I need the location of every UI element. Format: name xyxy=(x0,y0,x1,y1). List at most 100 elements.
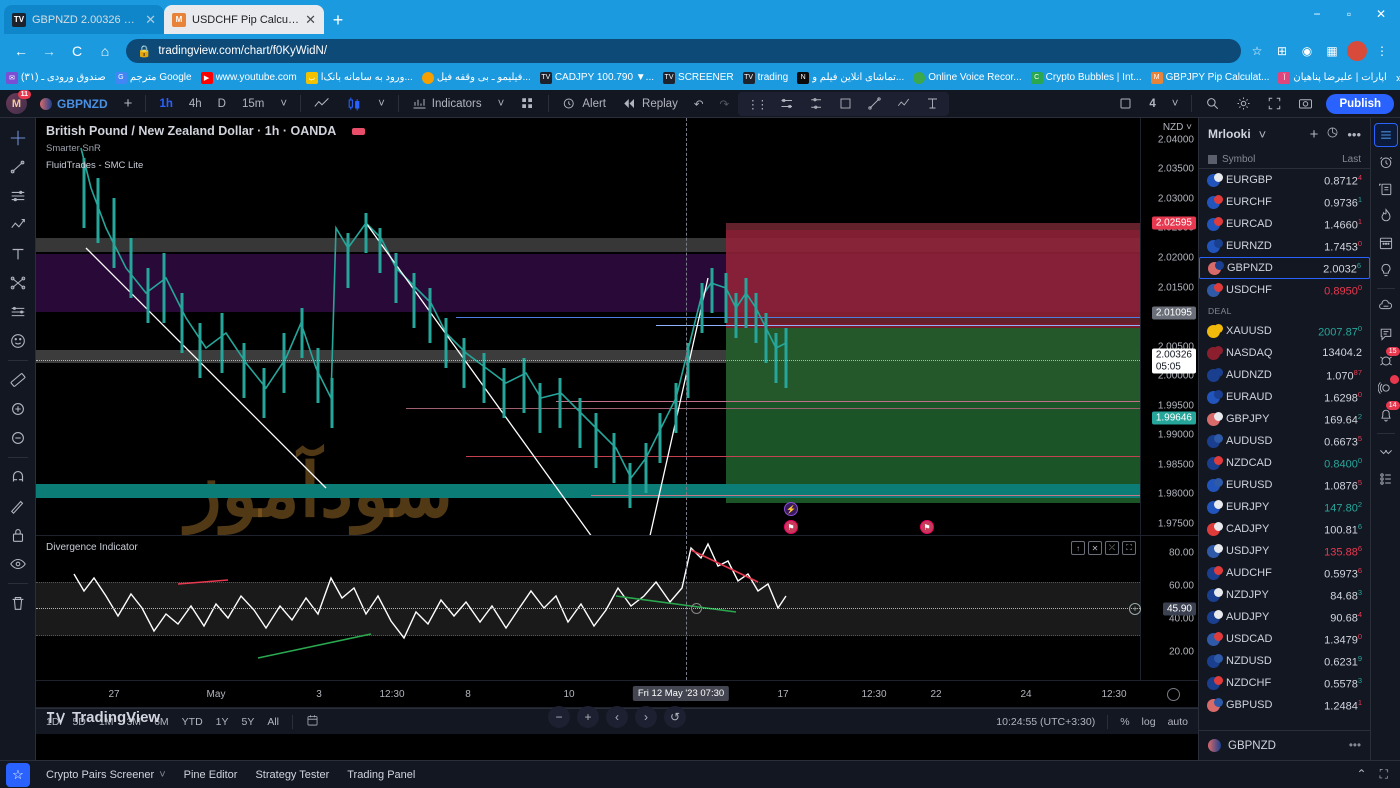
bookmark-item[interactable]: ب ورود به سامانه بانک‌ا... xyxy=(305,71,413,84)
fib-icon[interactable] xyxy=(4,298,32,326)
forward-icon[interactable]: → xyxy=(36,38,62,64)
menu-icon[interactable]: ⋮ xyxy=(1372,41,1392,61)
calendar-icon[interactable] xyxy=(1374,231,1398,255)
ideas-bulb-icon[interactable] xyxy=(1374,258,1398,282)
chart-region[interactable]: سودآموز ⚡ ⚑ ⚑ British Pound / New Zealan… xyxy=(36,118,1198,760)
bookmark-item[interactable]: TV trading xyxy=(742,71,788,84)
layouts-grid-icon[interactable] xyxy=(513,92,542,116)
timeframe-d[interactable]: D xyxy=(211,92,233,116)
add-symbol-button[interactable]: + xyxy=(117,92,140,116)
watchlist-row-audjpy[interactable]: AUDJPY 90.684 xyxy=(1199,606,1370,628)
percent-scale-button[interactable]: % xyxy=(1120,716,1129,728)
scroll-right-button[interactable]: › xyxy=(635,706,657,728)
watchlist-row-audnzd[interactable]: AUDNZD 1.07087 xyxy=(1199,364,1370,386)
zigzag-icon[interactable] xyxy=(4,211,32,239)
layout-square-icon[interactable] xyxy=(1111,92,1140,116)
watchlist-row-cadjpy[interactable]: CADJPY 100.816 xyxy=(1199,518,1370,540)
watchlist-row-usdcad[interactable]: USDCAD 1.34790 xyxy=(1199,628,1370,650)
bookmark-item[interactable]: N تماشای آنلاین فیلم و... xyxy=(797,71,904,84)
zoom-out-icon[interactable] xyxy=(4,424,32,452)
trend-line-icon[interactable] xyxy=(860,92,889,116)
indicators-caret-icon[interactable]: ˅ xyxy=(491,92,512,116)
chevrons-icon[interactable] xyxy=(1374,440,1398,464)
reload-icon[interactable]: C xyxy=(64,38,90,64)
new-tab-button[interactable]: + xyxy=(324,6,352,34)
close-window-button[interactable]: ✕ xyxy=(1366,2,1396,26)
indicator-smarter-snr[interactable]: Smarter SnR xyxy=(46,143,336,154)
watchlist-row-gbpnzd[interactable]: GBPNZD 2.00326 xyxy=(1199,257,1370,279)
chevron-down-icon[interactable]: ˅ xyxy=(159,769,165,781)
trend-line-icon[interactable] xyxy=(4,153,32,181)
collapse-panel-icon[interactable]: ⌃ xyxy=(1357,767,1367,782)
reset-chart-icon[interactable] xyxy=(1167,688,1180,701)
messages-icon[interactable] xyxy=(1374,322,1398,346)
measure-icon[interactable] xyxy=(918,92,947,116)
undo-button[interactable]: ↶ xyxy=(687,92,711,116)
event-marker-lightning[interactable]: ⚡ xyxy=(784,502,798,516)
move-pane-up-icon[interactable]: ↑ xyxy=(1071,541,1085,555)
add-symbol-icon[interactable]: + xyxy=(1310,126,1319,143)
extension-2-icon[interactable]: ◉ xyxy=(1297,41,1317,61)
extension-icon[interactable]: ⊞ xyxy=(1272,41,1292,61)
object-tree-icon[interactable] xyxy=(1374,467,1398,491)
bookmark-item[interactable]: M GBPJPY Pip Calculat... xyxy=(1150,71,1269,84)
indicators-button[interactable]: Indicators xyxy=(405,92,489,116)
remove-pane-icon[interactable]: ✕ xyxy=(1088,541,1102,555)
column-last[interactable]: Last xyxy=(1342,154,1361,165)
axis-currency-label[interactable]: NZD ˅ xyxy=(1163,122,1192,133)
chart-type-caret-icon[interactable]: ˅ xyxy=(371,92,392,116)
watchlist-row-eurcad[interactable]: EURCAD 1.46601 xyxy=(1199,213,1370,235)
pie-chart-icon[interactable] xyxy=(1326,126,1339,142)
bookmark-item[interactable]: ✉ صندوق ورودی ـ (۳۱) xyxy=(6,71,106,84)
text-icon[interactable] xyxy=(4,240,32,268)
watchlist-row-gbpusd[interactable]: GBPUSD 1.24841 xyxy=(1199,694,1370,716)
tab-strategy-tester[interactable]: Strategy Tester xyxy=(255,769,329,781)
bookmark-item[interactable]: C Crypto Bubbles | Int... xyxy=(1030,71,1142,84)
gear-icon[interactable] xyxy=(1229,92,1258,116)
watchlist-row-eurnzd[interactable]: EURNZD 1.74530 xyxy=(1199,235,1370,257)
layout-caret-icon[interactable]: ˅ xyxy=(1165,92,1186,116)
add-alert-icon[interactable]: + xyxy=(1129,603,1141,615)
crosshair-icon[interactable] xyxy=(4,124,32,152)
horizontal-lines-icon[interactable] xyxy=(4,182,32,210)
bookmark-item[interactable]: ▶ www.youtube.com xyxy=(200,71,297,84)
close-icon[interactable]: ✕ xyxy=(145,12,156,28)
watchlist-row-euraud[interactable]: EURAUD 1.62980 xyxy=(1199,386,1370,408)
trash-icon[interactable] xyxy=(4,589,32,617)
range-all[interactable]: All xyxy=(267,716,279,728)
range-5y[interactable]: 5Y xyxy=(242,716,255,728)
event-marker-flag-1[interactable]: ⚑ xyxy=(784,520,798,534)
bookmarks-overflow-button[interactable]: » xyxy=(1396,71,1400,85)
column-symbol[interactable]: Symbol xyxy=(1222,154,1255,165)
time-axis[interactable]: 27 May 3 12:30 8 10 17 12:30 22 24 12:30… xyxy=(36,681,1198,708)
symbol-button[interactable]: GBPNZD xyxy=(33,92,115,116)
star-icon[interactable]: ☆ xyxy=(6,763,30,787)
watchlist-row-usdchf[interactable]: USDCHF 0.89500 xyxy=(1199,279,1370,301)
tab-crypto-pairs-screener[interactable]: Crypto Pairs Screener ˅ xyxy=(46,769,166,781)
replay-button[interactable]: Replay xyxy=(615,92,685,116)
auto-scale-button[interactable]: auto xyxy=(1168,716,1188,728)
zigzag-icon[interactable] xyxy=(889,92,918,116)
close-icon[interactable]: ✕ xyxy=(305,12,316,28)
bookmark-item[interactable]: TV CADJPY 100.790 ▼... xyxy=(539,71,654,84)
watchlist-name[interactable]: Mrlooki xyxy=(1208,127,1251,141)
watchlist-row-nzdchf[interactable]: NZDCHF 0.55783 xyxy=(1199,672,1370,694)
tab-pine-editor[interactable]: Pine Editor xyxy=(184,769,238,781)
candlestick-chart-icon[interactable] xyxy=(339,92,369,116)
indicator-fluidtrades[interactable]: FluidTrades - SMC Lite xyxy=(46,160,336,171)
bookmark-star-icon[interactable]: ☆ xyxy=(1247,41,1267,61)
template-2-icon[interactable] xyxy=(802,92,831,116)
magnet-icon[interactable] xyxy=(4,463,32,491)
reset-view-button[interactable]: ↺ xyxy=(664,706,686,728)
price-axis[interactable]: NZD ˅ 2.04000 2.03500 2.03000 2.02500 2.… xyxy=(1140,118,1198,535)
range-1y[interactable]: 1Y xyxy=(216,716,229,728)
broadcast-icon[interactable] xyxy=(1374,375,1399,400)
eye-hide-icon[interactable] xyxy=(4,550,32,578)
zoom-in-icon[interactable] xyxy=(4,395,32,423)
search-icon[interactable] xyxy=(1198,92,1227,116)
pencil-lock-icon[interactable] xyxy=(4,492,32,520)
watchlist-icon[interactable] xyxy=(1373,123,1398,147)
browser-tab-pipcalculator[interactable]: M USDCHF Pip Calculator | Myfxbo ✕ xyxy=(164,5,324,34)
line-chart-icon[interactable] xyxy=(307,92,337,116)
timeframe-15m[interactable]: 15m xyxy=(235,92,271,116)
